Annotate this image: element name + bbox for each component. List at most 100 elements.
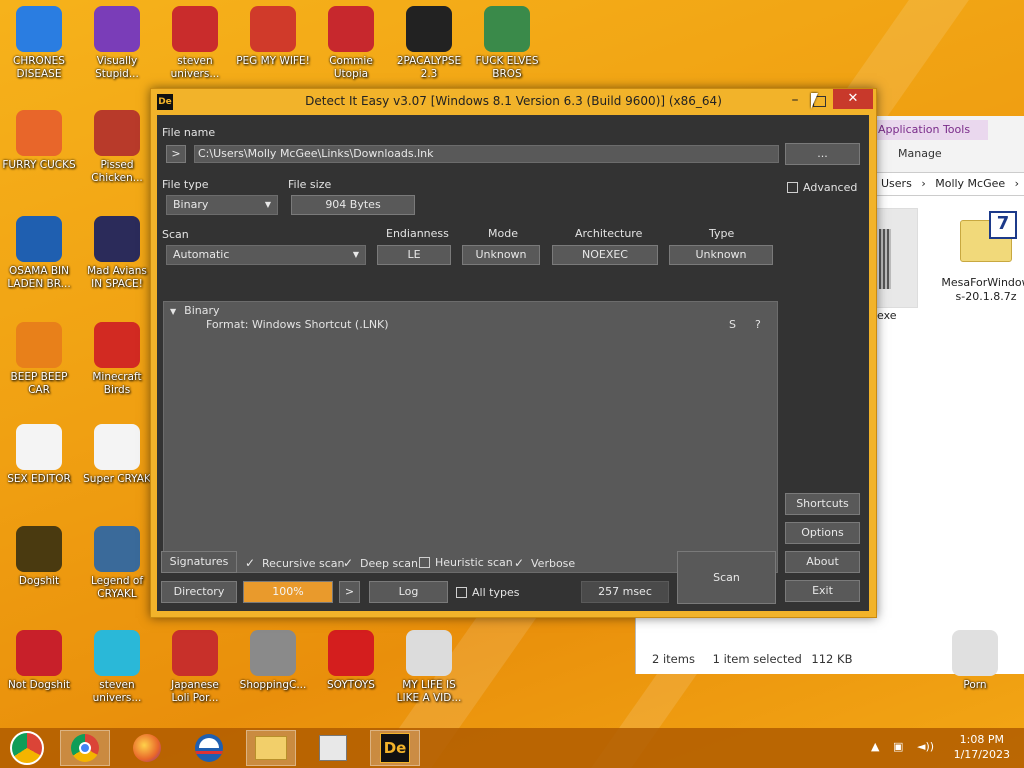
desktop-icon[interactable]: Mad Avians IN SPACE! xyxy=(79,216,155,291)
check-icon: ✓ xyxy=(245,556,256,570)
options-button[interactable]: Options xyxy=(785,522,860,544)
check-icon: ✓ xyxy=(514,556,525,570)
clock-time: 1:08 PM xyxy=(959,733,1004,746)
desktop-icon[interactable]: SEX EDITOR xyxy=(1,424,77,486)
file-path-field[interactable]: C:\Users\Molly McGee\Links\Downloads.lnk xyxy=(194,145,779,163)
desktop-icon[interactable]: OSAMA BIN LADEN BR... xyxy=(1,216,77,291)
letter-p-icon xyxy=(250,6,296,52)
close-icon[interactable]: ✕ xyxy=(833,89,873,109)
application-tools-tab[interactable]: Application Tools xyxy=(874,120,988,140)
scan-mode-select[interactable]: Automatic ▼ xyxy=(166,245,366,265)
desktop-icon-label: Japanese Loli Por... xyxy=(171,679,219,704)
desktop-icon[interactable]: Pissed Chicken... xyxy=(79,110,155,185)
scan-results-tree[interactable]: ▼ Binary Format: Windows Shortcut (.LNK) … xyxy=(163,301,778,573)
desktop-icon[interactable]: SOYTOYS xyxy=(313,630,389,692)
manage-tab[interactable]: Manage xyxy=(898,147,942,160)
desktop-icon[interactable]: Dogshit xyxy=(1,526,77,588)
recursive-scan-checkbox[interactable]: ✓ Recursive scan xyxy=(245,556,345,570)
heuristic-scan-label: Heuristic scan xyxy=(435,556,513,569)
file-item-exe[interactable]: exe xyxy=(876,208,918,322)
deep-scan-checkbox[interactable]: ✓ Deep scan xyxy=(343,556,418,570)
file-type-select[interactable]: Binary ▼ xyxy=(166,195,278,215)
breadcrumb-molly[interactable]: Molly McGee xyxy=(935,177,1005,190)
show-hidden-icons-icon[interactable]: ▲ xyxy=(871,740,879,753)
signature-button[interactable]: S xyxy=(729,318,736,331)
desktop-icon[interactable]: BEEP BEEP CAR xyxy=(1,322,77,397)
file-item-mesa[interactable]: 7 MesaForWindows-20.1.8.7z xyxy=(939,208,1024,338)
desktop-icon-label: Legend of CRYAKL xyxy=(90,575,144,600)
about-button[interactable]: About xyxy=(785,551,860,573)
desktop-icon[interactable]: steven univers... xyxy=(79,630,155,705)
log-button[interactable]: Log xyxy=(369,581,448,603)
taskbar-obama-logo-icon[interactable] xyxy=(184,730,234,766)
title-bar[interactable]: De Detect It Easy v3.07 [Windows 8.1 Ver… xyxy=(151,89,876,113)
volume-icon[interactable]: ◄)) xyxy=(917,740,934,753)
desktop-icon-label: MY LIFE IS LIKE A VID... xyxy=(396,679,462,704)
desktop-icon-label: Not Dogshit xyxy=(7,679,71,691)
desktop-icon[interactable]: Japanese Loli Por... xyxy=(157,630,233,705)
desktop-icon-label: Porn xyxy=(963,679,987,691)
desktop-icon[interactable]: FUCK ELVES BROS xyxy=(469,6,545,81)
all-types-checkbox[interactable]: All types xyxy=(456,586,519,599)
shortcuts-button[interactable]: Shortcuts xyxy=(785,493,860,515)
directory-button[interactable]: Directory xyxy=(161,581,237,603)
tree-row-format[interactable]: Format: Windows Shortcut (.LNK) xyxy=(206,318,389,331)
file-name: MesaForWindows-20.1.8.7z xyxy=(941,276,1024,303)
path-history-button[interactable]: > xyxy=(166,145,186,163)
network-icon[interactable]: ▣ xyxy=(893,740,903,753)
desktop-icon[interactable]: PEG MY WIFE! xyxy=(235,6,311,68)
heuristic-scan-checkbox[interactable]: Heuristic scan xyxy=(419,556,513,569)
verbose-checkbox[interactable]: ✓ Verbose xyxy=(514,556,575,570)
recursive-scan-label: Recursive scan xyxy=(262,557,345,570)
taskbar-firefox-icon[interactable] xyxy=(122,730,172,766)
tree-row-binary[interactable]: ▼ Binary xyxy=(170,304,220,317)
info-button[interactable]: ? xyxy=(755,318,761,331)
endianness-label: Endianness xyxy=(386,227,449,240)
signatures-button[interactable]: Signatures xyxy=(161,551,237,573)
hxd-icon xyxy=(16,424,62,470)
file-name-label: File name xyxy=(162,126,216,139)
taskbar-chrome-alt-icon[interactable] xyxy=(2,730,52,766)
taskbar-detect-it-easy-icon[interactable]: De xyxy=(370,730,420,766)
next-button[interactable]: > xyxy=(339,581,360,603)
chevron-down-icon: ▼ xyxy=(264,200,271,209)
system-clock[interactable]: 1:08 PM 1/17/2023 xyxy=(954,732,1010,762)
architecture-value: NOEXEC xyxy=(552,245,658,265)
exit-button[interactable]: Exit xyxy=(785,580,860,602)
expand-arrow-icon[interactable]: ▼ xyxy=(170,307,176,316)
desktop-icon-label: PEG MY WIFE! xyxy=(236,55,310,67)
desktop-icon[interactable]: FURRY CUCKS xyxy=(1,110,77,172)
taskbar-file-explorer-icon[interactable] xyxy=(246,730,296,766)
file-type-value: Binary xyxy=(173,198,209,211)
minimize-icon[interactable]: – xyxy=(785,91,805,111)
desktop-icon[interactable]: CHRONES DISEASE xyxy=(1,6,77,81)
die-client-area: File name > C:\Users\Molly McGee\Links\D… xyxy=(157,115,869,611)
advanced-label: Advanced xyxy=(803,181,858,194)
verbose-label: Verbose xyxy=(531,557,576,570)
selected-size: 112 KB xyxy=(811,652,853,666)
file-size-value: 904 Bytes xyxy=(291,195,415,215)
browse-button[interactable]: ... xyxy=(785,143,860,165)
breadcrumb-users[interactable]: Users xyxy=(881,177,912,190)
desktop-icon[interactable]: Not Dogshit xyxy=(1,630,77,692)
desktop-icon[interactable]: 2PACALYPSE 2.3 xyxy=(391,6,467,81)
breadcrumb-separator-icon: › xyxy=(1014,177,1020,190)
detect-it-easy-window[interactable]: De Detect It Easy v3.07 [Windows 8.1 Ver… xyxy=(150,88,877,618)
desktop-icon[interactable]: steven univers... xyxy=(157,6,233,81)
desktop-icon[interactable]: MY LIFE IS LIKE A VID... xyxy=(391,630,467,705)
file-size-label: File size xyxy=(288,178,332,191)
desktop-icon[interactable]: Visually Stupid... xyxy=(79,6,155,81)
hammer-sickle-icon xyxy=(328,6,374,52)
scan-button[interactable]: Scan xyxy=(677,551,776,604)
taskbar-app-icon[interactable] xyxy=(308,730,358,766)
desktop-icon[interactable]: ShoppingC... xyxy=(235,630,311,692)
advanced-checkbox[interactable]: Advanced xyxy=(787,181,857,194)
desktop-icon[interactable]: Legend of CRYAKL xyxy=(79,526,155,601)
desktop-icon[interactable]: Minecraft Birds xyxy=(79,322,155,397)
desktop-icon[interactable]: Super CRYAK xyxy=(79,424,155,486)
desktop-icon[interactable]: Porn xyxy=(937,630,1013,692)
taskbar-chrome-icon[interactable] xyxy=(60,730,110,766)
desktop-icon[interactable]: Commie Utopia xyxy=(313,6,389,81)
explorer-address-bar[interactable]: Users › Molly McGee › xyxy=(874,172,1024,196)
pixel-hero-icon xyxy=(94,526,140,572)
